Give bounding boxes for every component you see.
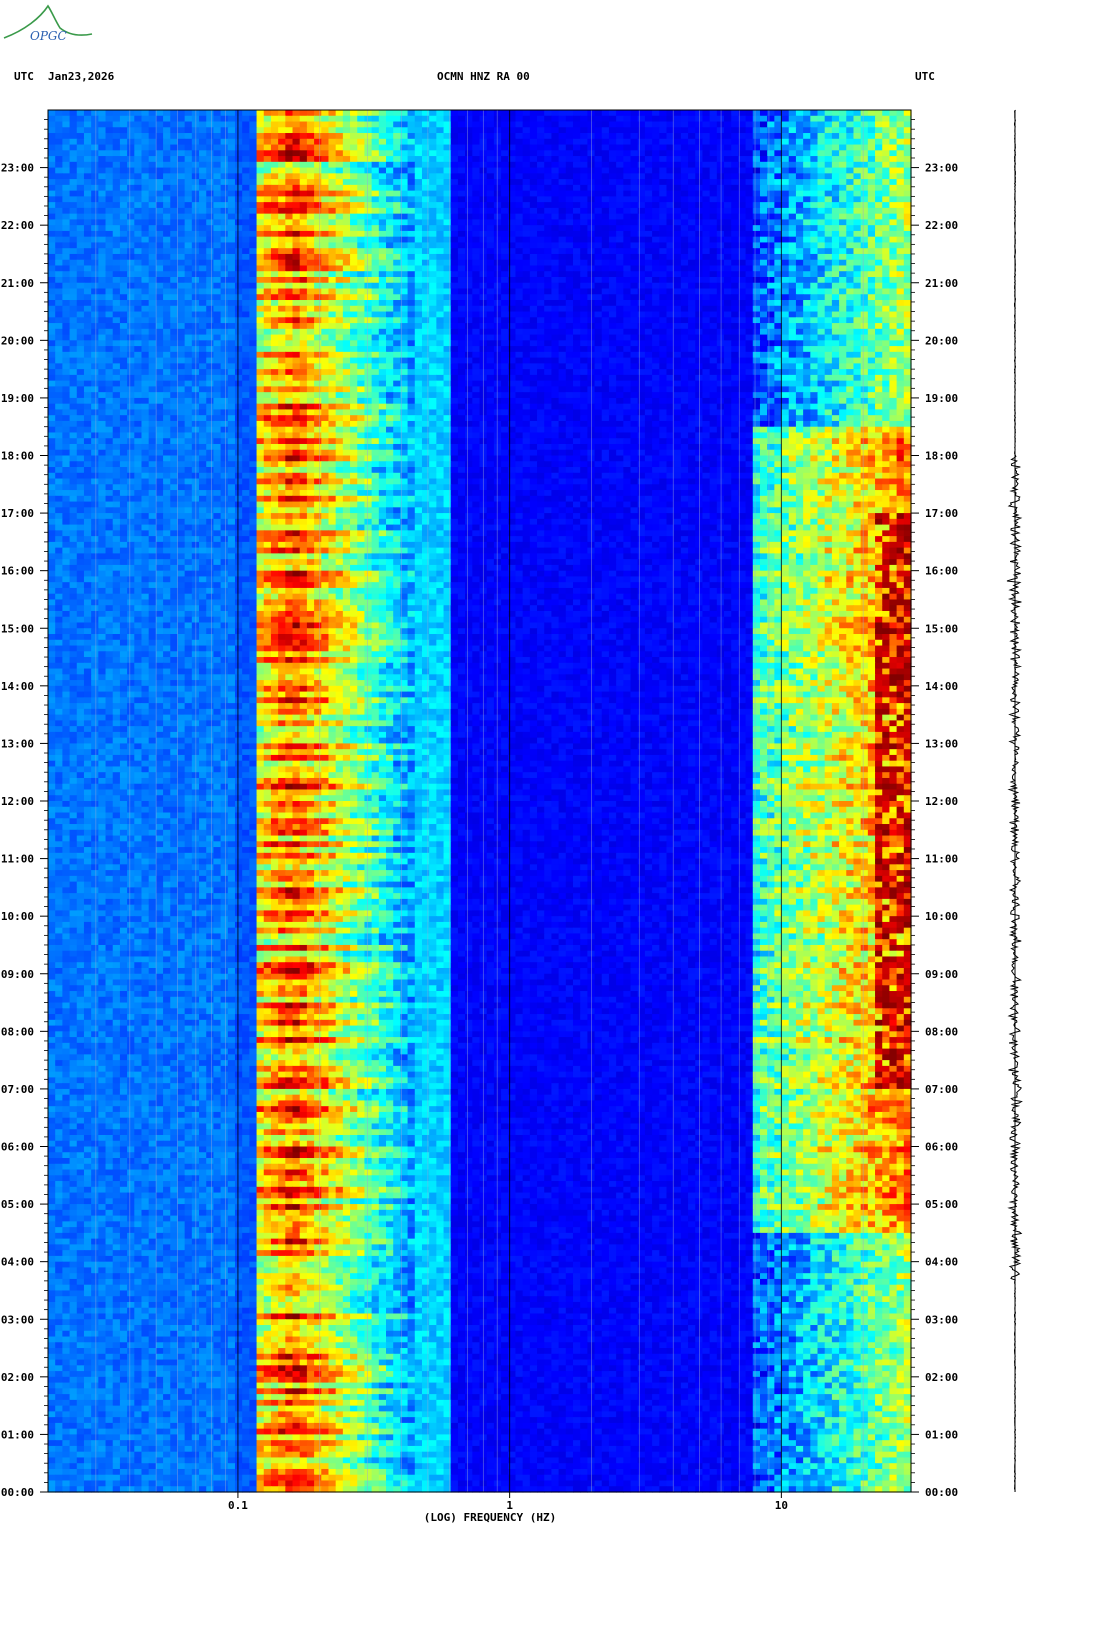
- time-tick-label-right: 01:00: [925, 1428, 958, 1441]
- time-tick-label-left: 21:00: [1, 277, 34, 290]
- time-tick-label-right: 15:00: [925, 622, 958, 635]
- time-tick-label-left: 11:00: [1, 853, 34, 866]
- time-tick-label-left: 14:00: [1, 680, 34, 693]
- frequency-axis: 0.1 1 10: [228, 1492, 788, 1512]
- frequency-tick-label: 0.1: [228, 1499, 248, 1512]
- time-tick-label-left: 15:00: [1, 622, 34, 635]
- time-tick-label-right: 22:00: [925, 219, 958, 232]
- time-tick-label-left: 05:00: [1, 1198, 34, 1211]
- time-tick-label-left: 06:00: [1, 1141, 34, 1154]
- spectrogram-figure: 00:00 00:00 01:00 01:00 02:00 02:00 03:00 03:00…: [0, 0, 1102, 1634]
- time-tick-label-left: 19:00: [1, 392, 34, 405]
- time-tick-label-left: 13:00: [1, 737, 34, 750]
- time-tick-label-right: 09:00: [925, 968, 958, 981]
- time-tick-label-left: 10:00: [1, 910, 34, 923]
- time-tick-label-right: 07:00: [925, 1083, 958, 1096]
- time-tick-label-right: 06:00: [925, 1141, 958, 1154]
- time-tick-label-left: 20:00: [1, 334, 34, 347]
- time-tick-label-left: 08:00: [1, 1025, 34, 1038]
- time-tick-label-left: 12:00: [1, 795, 34, 808]
- time-tick-label-right: 08:00: [925, 1025, 958, 1038]
- time-tick-label-left: 01:00: [1, 1428, 34, 1441]
- time-tick-label-right: 00:00: [925, 1486, 958, 1499]
- x-axis-label: (LOG) FREQUENCY (HZ): [424, 1511, 556, 1524]
- time-tick-label-left: 22:00: [1, 219, 34, 232]
- time-tick-label-right: 16:00: [925, 565, 958, 578]
- time-tick-label-left: 03:00: [1, 1313, 34, 1326]
- time-tick-label-right: 02:00: [925, 1371, 958, 1384]
- time-tick-label-right: 23:00: [925, 162, 958, 175]
- time-tick-label-left: 23:00: [1, 162, 34, 175]
- time-tick-label-left: 00:00: [1, 1486, 34, 1499]
- seismogram-wave: [1007, 110, 1022, 1492]
- time-tick-label-right: 03:00: [925, 1313, 958, 1326]
- time-tick-label-left: 17:00: [1, 507, 34, 520]
- time-tick-label-right: 21:00: [925, 277, 958, 290]
- time-tick-label-right: 12:00: [925, 795, 958, 808]
- time-tick-label-right: 19:00: [925, 392, 958, 405]
- time-tick-label-right: 17:00: [925, 507, 958, 520]
- time-tick-label-right: 18:00: [925, 450, 958, 463]
- time-tick-label-right: 05:00: [925, 1198, 958, 1211]
- seismogram-trace: [1007, 110, 1022, 1492]
- time-tick-label-left: 07:00: [1, 1083, 34, 1096]
- time-tick-label-right: 14:00: [925, 680, 958, 693]
- frequency-tick-label: 10: [775, 1499, 788, 1512]
- time-tick-label-left: 09:00: [1, 968, 34, 981]
- time-tick-label-right: 10:00: [925, 910, 958, 923]
- time-tick-label-right: 11:00: [925, 853, 958, 866]
- time-tick-label-left: 16:00: [1, 565, 34, 578]
- time-tick-label-right: 13:00: [925, 737, 958, 750]
- time-tick-label-left: 02:00: [1, 1371, 34, 1384]
- time-tick-label-right: 20:00: [925, 334, 958, 347]
- time-tick-label-left: 04:00: [1, 1256, 34, 1269]
- time-tick-label-right: 04:00: [925, 1256, 958, 1269]
- time-tick-label-left: 18:00: [1, 450, 34, 463]
